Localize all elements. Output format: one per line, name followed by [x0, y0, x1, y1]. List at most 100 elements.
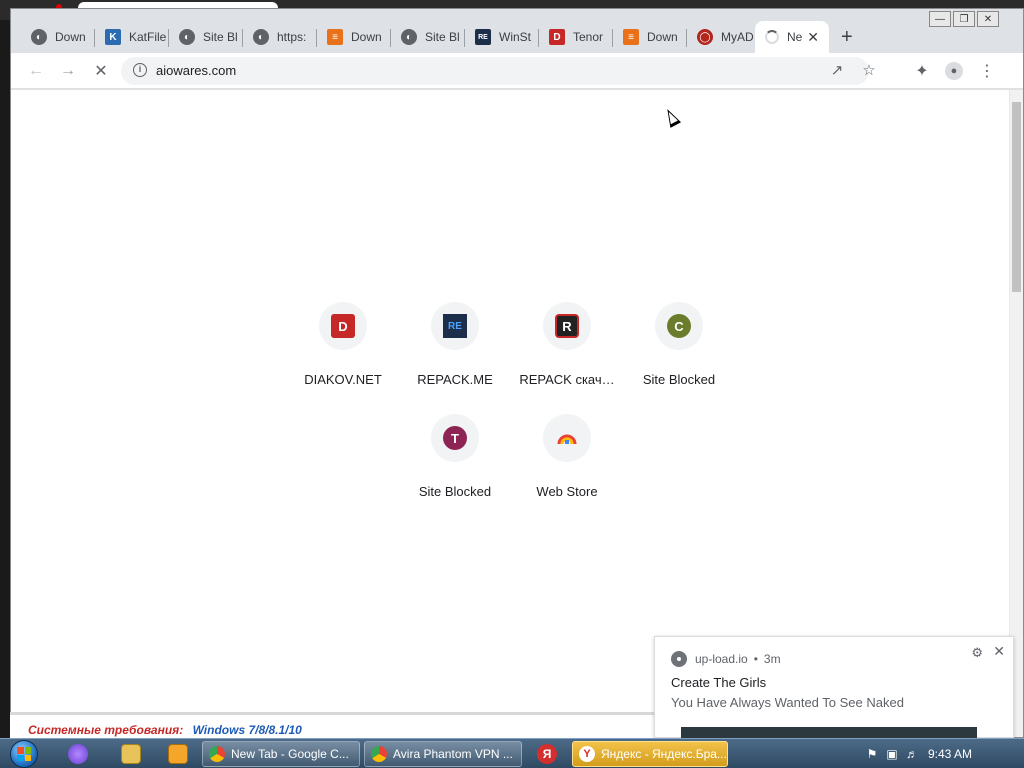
windows-logo-icon [10, 740, 38, 768]
tab-label: Down [351, 30, 382, 44]
shortcut-web-store[interactable]: Web Store [511, 414, 623, 514]
taskbar-item-avira[interactable]: Avira Phantom VPN ... [364, 741, 522, 767]
tab-label: Site Bl [425, 30, 460, 44]
notification-time: 3m [763, 652, 781, 666]
globe-icon: ◐ [179, 29, 195, 45]
notification-source: up-load.io [695, 652, 748, 666]
taskbar-item-new-tab[interactable]: New Tab - Google C... [202, 741, 360, 767]
gear-icon[interactable]: ⚙ [971, 645, 983, 661]
shortcut-diakov[interactable]: D DIAKOV.NET [287, 302, 399, 402]
webstore-icon [555, 426, 579, 450]
tab-label: https: [277, 30, 307, 44]
shortcut-icon-circle: C [655, 302, 703, 350]
layers-icon: ≡ [327, 29, 343, 45]
taskbar-item-label: New Tab - Google C... [231, 747, 349, 761]
shortcut-label: REPACK.ME [417, 372, 493, 387]
taskbar-item-label: Яндекс - Яндекс.Бра... [601, 747, 727, 761]
chrome-icon [671, 651, 687, 667]
push-notification[interactable]: up-load.io • 3m ⚙ ✕ Create The Girls You… [654, 636, 1014, 739]
address-bar[interactable]: i aiowares.com ↗ ☆ [121, 57, 876, 85]
tab-download-3[interactable]: ≡ Down [613, 21, 687, 53]
tab-label: KatFile [129, 30, 167, 44]
diakov-icon: D [549, 29, 565, 45]
tab-tenor[interactable]: D Tenor [539, 21, 613, 53]
tab-download-2[interactable]: ≡ Down [317, 21, 391, 53]
profile-avatar-icon[interactable]: ● [943, 60, 965, 82]
tab-label: Tenor [573, 30, 604, 44]
globe-icon: ◐ [253, 29, 269, 45]
repack-icon: RE [443, 314, 467, 338]
action-center-flag-icon[interactable]: ⚑ [864, 746, 880, 762]
yandex-icon: Y [579, 746, 595, 762]
shortcut-site-blocked-t[interactable]: T Site Blocked [399, 414, 511, 514]
tab-new-tab-active[interactable]: Ne ✕ [755, 21, 829, 53]
globe-icon: ◐ [31, 29, 47, 45]
tab-katfile[interactable]: K KatFile [95, 21, 169, 53]
tab-close-icon[interactable]: ✕ [807, 29, 819, 46]
extensions-puzzle-icon[interactable]: ✦ [911, 60, 933, 82]
chrome-icon [209, 746, 225, 762]
start-button[interactable] [6, 739, 42, 768]
loading-spinner-icon [765, 30, 779, 44]
tab-download-1[interactable]: ◐ Down [21, 21, 95, 53]
shortcut-icon-circle: R [543, 302, 591, 350]
notification-title: Create The Girls [671, 675, 767, 690]
shortcut-icon-circle: RE [431, 302, 479, 350]
tab-label: MyAD [721, 30, 754, 44]
taskbar-clock[interactable]: 9:43 AM [928, 747, 972, 761]
new-tab-plus-icon[interactable]: + [841, 27, 853, 47]
notification-header: up-load.io • 3m [671, 651, 781, 667]
tab-label: Ne [787, 30, 803, 44]
back-arrow-icon[interactable]: ← [25, 60, 47, 82]
stop-loading-icon[interactable]: ✕ [90, 60, 112, 82]
close-icon[interactable]: ✕ [993, 643, 1005, 660]
repack-icon: RE [475, 29, 491, 45]
system-tray: ⚑ ▣ ♬ 9:43 AM [854, 739, 1024, 768]
tab-label: WinSt [499, 30, 532, 44]
tab-winst[interactable]: RE WinSt [465, 21, 539, 53]
shortcut-repack-download[interactable]: R REPACK скач… [511, 302, 623, 402]
forward-arrow-icon[interactable]: → [57, 60, 79, 82]
tab-strip: ◐ Down K KatFile ◐ Site Bl ◐ https: ≡ Do… [11, 19, 1023, 53]
media-player-icon[interactable] [168, 744, 188, 764]
scrollbar-thumb[interactable] [1012, 102, 1021, 292]
globe-icon: ◐ [401, 29, 417, 45]
diakov-icon: D [331, 314, 355, 338]
folder-icon[interactable] [121, 744, 141, 764]
tab-label: Site Bl [203, 30, 238, 44]
chrome-icon [371, 746, 387, 762]
tab-site-blocked-2[interactable]: ◐ Site Bl [391, 21, 465, 53]
share-icon[interactable]: ↗ [827, 61, 847, 81]
browser-window: — ❐ ✕ ◐ Down K KatFile ◐ Site Bl ◐ https… [10, 8, 1024, 738]
shortcut-label: DIAKOV.NET [304, 372, 382, 387]
repack-r-icon: R [555, 314, 579, 338]
shortcut-icon-circle: D [319, 302, 367, 350]
separator-dot: • [753, 652, 758, 666]
volume-icon[interactable]: ♬ [904, 746, 920, 762]
shortcut-label: REPACK скач… [519, 372, 615, 387]
myad-icon: ◯ [697, 29, 713, 45]
tab-myad[interactable]: ◯ MyAD [687, 21, 755, 53]
tab-site-blocked-1[interactable]: ◐ Site Bl [169, 21, 243, 53]
site-info-icon[interactable]: i [133, 63, 147, 77]
tab-label: Down [647, 30, 678, 44]
yandex-icon[interactable]: Я [537, 744, 557, 764]
notification-body: You Have Always Wanted To See Naked [671, 695, 904, 710]
browser-toolbar: ← → ✕ i aiowares.com ↗ ☆ ✦ ● ⋮ [11, 53, 1023, 89]
shortcut-label: Site Blocked [418, 484, 492, 499]
menu-kebab-icon[interactable]: ⋮ [976, 60, 998, 82]
bookmark-star-icon[interactable]: ☆ [859, 61, 879, 81]
alice-assistant-icon[interactable] [68, 744, 88, 764]
shortcut-repack-me[interactable]: RE REPACK.ME [399, 302, 511, 402]
shortcut-icon-circle: T [431, 414, 479, 462]
shortcut-label: Site Blocked [642, 372, 716, 387]
taskbar-item-yandex[interactable]: Y Яндекс - Яндекс.Бра... [572, 741, 728, 767]
shortcut-site-blocked-c[interactable]: C Site Blocked [623, 302, 735, 402]
address-url[interactable]: aiowares.com [156, 63, 236, 78]
letter-t-icon: T [443, 426, 467, 450]
background-page-footer: Системные требования: Windows 7/8/8.1/10 [10, 712, 660, 738]
tab-https[interactable]: ◐ https: [243, 21, 317, 53]
taskbar-item-label: Avira Phantom VPN ... [393, 747, 513, 761]
network-icon[interactable]: ▣ [884, 746, 900, 762]
windows-taskbar: New Tab - Google C... Avira Phantom VPN … [0, 738, 1024, 768]
